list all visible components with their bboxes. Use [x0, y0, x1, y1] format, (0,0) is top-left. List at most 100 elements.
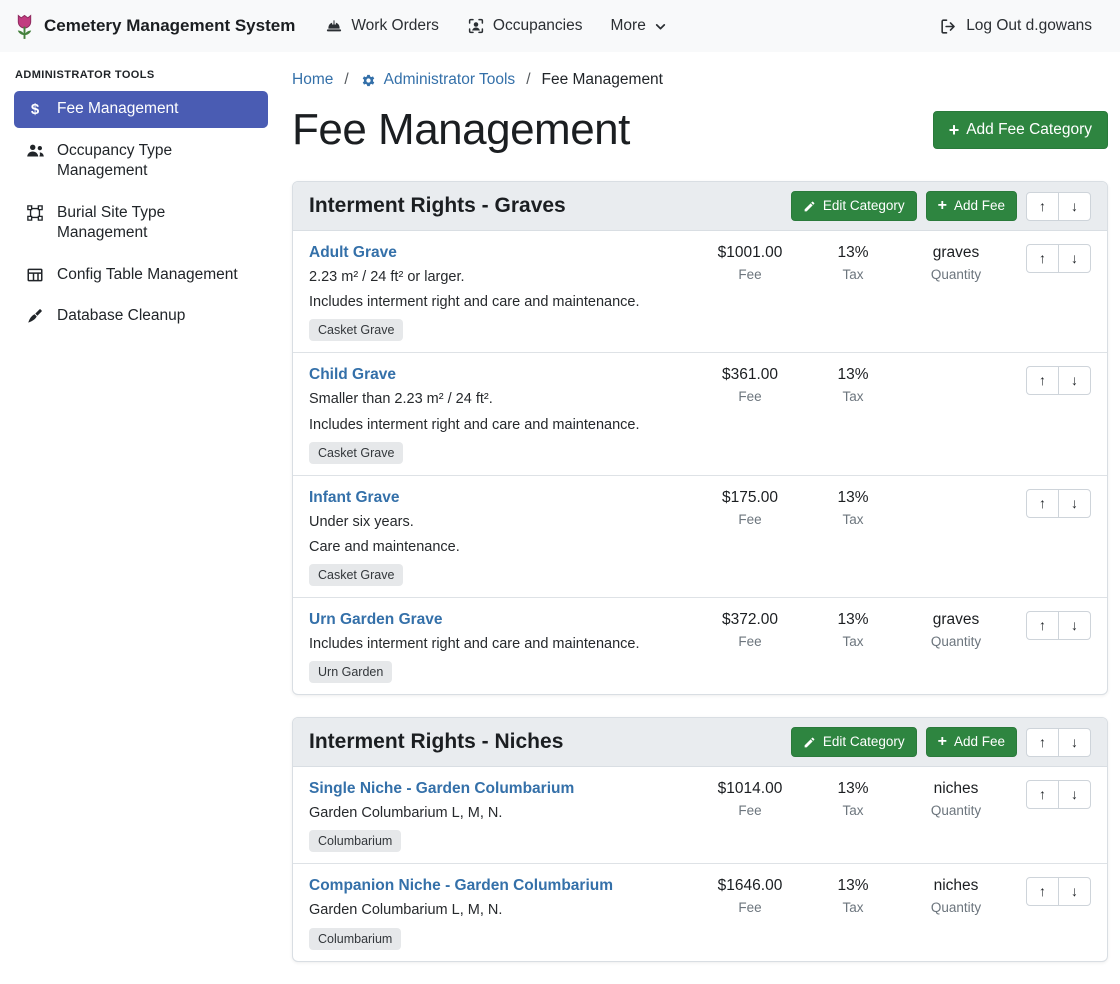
fee-main: Adult Grave 2.23 m² / 24 ft² or larger. … [309, 244, 695, 341]
move-fee-up-button[interactable]: ↑ [1026, 877, 1059, 906]
logout-label: Log Out d.gowans [966, 17, 1092, 35]
arrow-up-icon: ↑ [1039, 198, 1046, 214]
move-fee-up-button[interactable]: ↑ [1026, 611, 1059, 640]
edit-category-button[interactable]: Edit Category [791, 727, 917, 757]
fee-reorder-controls: ↑ ↓ [1011, 489, 1091, 518]
fee-amount-column: $1001.00 Fee [695, 244, 805, 282]
add-fee-category-button[interactable]: + Add Fee Category [933, 111, 1108, 150]
nav-more-label: More [611, 17, 646, 35]
fee-tax-column: 13% Tax [805, 244, 901, 282]
fee-amount-column: $372.00 Fee [695, 611, 805, 649]
fee-reorder-controls: ↑ ↓ [1011, 877, 1091, 906]
fee-type-badge: Casket Grave [309, 442, 403, 464]
fee-quantity-unit: graves [901, 611, 1011, 629]
move-fee-up-button[interactable]: ↑ [1026, 780, 1059, 809]
move-fee-down-button[interactable]: ↓ [1058, 877, 1091, 906]
fee-name-link[interactable]: Child Grave [309, 366, 396, 384]
fee-amount-column: $1014.00 Fee [695, 780, 805, 818]
fee-tax-label: Tax [805, 803, 901, 818]
fee-name-link[interactable]: Single Niche - Garden Columbarium [309, 780, 574, 798]
fee-tax-value: 13% [805, 244, 901, 262]
fee-tax-column: 13% Tax [805, 780, 901, 818]
fee-type-badge: Urn Garden [309, 661, 392, 683]
fee-row-child-grave: Child Grave Smaller than 2.23 m² / 24 ft… [293, 353, 1107, 475]
fee-tax-column: 13% Tax [805, 877, 901, 915]
fee-description: Garden Columbarium L, M, N. [309, 804, 687, 823]
fee-name-link[interactable]: Adult Grave [309, 244, 397, 262]
gear-icon [360, 72, 377, 89]
fee-quantity-column: graves Quantity [901, 611, 1011, 649]
fee-main: Infant Grave Under six years. Care and m… [309, 489, 695, 586]
sidebar-item-burial-site-type-management[interactable]: Burial Site Type Management [14, 195, 268, 252]
fee-name-link[interactable]: Infant Grave [309, 489, 399, 507]
category-header: Interment Rights - Niches Edit Category … [293, 718, 1107, 767]
page-header: Fee Management + Add Fee Category [292, 105, 1108, 155]
fee-tax-value: 13% [805, 611, 901, 629]
move-fee-down-button[interactable]: ↓ [1058, 780, 1091, 809]
occupancy-scan-icon [467, 17, 485, 35]
fee-reorder-controls: ↑ ↓ [1011, 780, 1091, 809]
breadcrumb-admin-tools[interactable]: Administrator Tools [360, 71, 516, 89]
app-brand[interactable]: Cemetery Management System [14, 13, 295, 40]
fee-amount-column: $1646.00 Fee [695, 877, 805, 915]
fee-row-infant-grave: Infant Grave Under six years. Care and m… [293, 476, 1107, 598]
fee-amount-label: Fee [695, 389, 805, 404]
sidebar-item-config-table-management[interactable]: Config Table Management [14, 257, 268, 293]
nav-occupancies[interactable]: Occupancies [453, 9, 597, 43]
fee-amount-value: $372.00 [695, 611, 805, 629]
add-fee-label: Add Fee [954, 734, 1005, 750]
nav-work-orders[interactable]: Work Orders [311, 9, 453, 43]
sidebar-item-occupancy-type-management[interactable]: Occupancy Type Management [14, 133, 268, 190]
fee-quantity-unit: niches [901, 877, 1011, 895]
add-fee-category-label: Add Fee Category [966, 121, 1092, 140]
move-fee-down-button[interactable]: ↓ [1058, 611, 1091, 640]
fee-tax-value: 13% [805, 489, 901, 507]
plus-icon: + [938, 199, 947, 213]
move-fee-down-button[interactable]: ↓ [1058, 489, 1091, 518]
move-fee-up-button[interactable]: ↑ [1026, 366, 1059, 395]
add-fee-button[interactable]: + Add Fee [926, 191, 1017, 221]
move-fee-up-button[interactable]: ↑ [1026, 489, 1059, 518]
sidebar-item-database-cleanup[interactable]: Database Cleanup [14, 298, 268, 334]
sidebar-heading: ADMINISTRATOR TOOLS [15, 69, 268, 81]
fee-amount-label: Fee [695, 803, 805, 818]
breadcrumb-separator: / [344, 71, 348, 89]
fee-quantity-unit: niches [901, 780, 1011, 798]
fee-amount-value: $175.00 [695, 489, 805, 507]
fee-amount-label: Fee [695, 267, 805, 282]
nav-occupancies-label: Occupancies [493, 17, 583, 35]
nav-more[interactable]: More [597, 9, 681, 43]
arrow-up-icon: ↑ [1039, 250, 1046, 266]
category-reorder-group: ↑ ↓ [1026, 192, 1091, 221]
fee-quantity-column: graves Quantity [901, 244, 1011, 282]
sidebar-item-fee-management[interactable]: $ Fee Management [14, 91, 268, 128]
sidebar-item-label: Fee Management [57, 99, 179, 119]
fee-reorder-controls: ↑ ↓ [1011, 244, 1091, 273]
fee-quantity-column [901, 489, 1011, 494]
breadcrumb-current: Fee Management [542, 71, 664, 89]
move-category-up-button[interactable]: ↑ [1026, 192, 1059, 221]
move-fee-down-button[interactable]: ↓ [1058, 244, 1091, 273]
fee-name-link[interactable]: Companion Niche - Garden Columbarium [309, 877, 613, 895]
sidebar-item-label: Occupancy Type Management [57, 141, 258, 182]
fee-amount-value: $1001.00 [695, 244, 805, 262]
move-fee-down-button[interactable]: ↓ [1058, 366, 1091, 395]
fee-name-link[interactable]: Urn Garden Grave [309, 611, 443, 629]
arrow-up-icon: ↑ [1039, 372, 1046, 388]
fee-amount-label: Fee [695, 634, 805, 649]
hard-hat-icon [325, 17, 343, 35]
fee-tax-label: Tax [805, 634, 901, 649]
fee-tax-label: Tax [805, 389, 901, 404]
breadcrumb-home[interactable]: Home [292, 71, 333, 89]
move-category-down-button[interactable]: ↓ [1058, 192, 1091, 221]
add-fee-button[interactable]: + Add Fee [926, 727, 1017, 757]
fee-description: Under six years. [309, 513, 687, 532]
logout-button[interactable]: Log Out d.gowans [925, 9, 1106, 44]
move-fee-up-button[interactable]: ↑ [1026, 244, 1059, 273]
add-fee-label: Add Fee [954, 198, 1005, 214]
fee-amount-column: $175.00 Fee [695, 489, 805, 527]
move-category-down-button[interactable]: ↓ [1058, 728, 1091, 757]
edit-category-button[interactable]: Edit Category [791, 191, 917, 221]
fee-amount-value: $1014.00 [695, 780, 805, 798]
move-category-up-button[interactable]: ↑ [1026, 728, 1059, 757]
